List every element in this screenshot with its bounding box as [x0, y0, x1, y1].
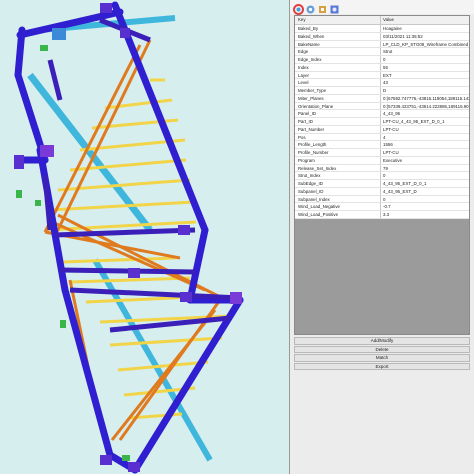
- property-value[interactable]: 79: [381, 165, 469, 172]
- table-row[interactable]: Wind_Load_Negative -0.7: [295, 203, 469, 211]
- property-value[interactable]: LPT-CU: [381, 126, 469, 133]
- grid-rows: Baked_By Hoagaine Baked_When 03/11/2021 11:…: [295, 25, 469, 219]
- property-key: Panel_ID: [295, 110, 381, 117]
- property-key: Subpanel_ID: [295, 187, 381, 195]
- property-value[interactable]: 0:(67592.747776,-43815.119054,189115.143…: [381, 95, 469, 102]
- column-header-key[interactable]: Key: [295, 16, 381, 24]
- panel-toolbar: [290, 0, 474, 15]
- property-value[interactable]: 1556: [381, 141, 469, 148]
- property-key: Release_Set_Index: [295, 164, 381, 172]
- property-key: Profile_Number: [295, 149, 381, 156]
- property-value[interactable]: -0.7: [381, 203, 469, 210]
- table-row[interactable]: Baked_By Hoagaine: [295, 25, 469, 33]
- property-key: Orientation_Plane: [295, 102, 381, 110]
- property-grid[interactable]: Key Value Baked_By Hoagaine Baked_When 03/1…: [294, 15, 470, 335]
- property-key: Program: [295, 156, 381, 164]
- property-value[interactable]: Strut: [381, 48, 469, 55]
- 3d-model-viewport[interactable]: [0, 0, 289, 474]
- property-value[interactable]: 0: [381, 56, 469, 63]
- action-buttons: Add/Modify Delete Match Export: [294, 337, 470, 371]
- property-value[interactable]: 4: [381, 134, 469, 141]
- table-row[interactable]: BakeName LP_CLD_KP_STG09_Wireframe Combin…: [295, 40, 469, 49]
- property-value[interactable]: D: [381, 87, 469, 94]
- property-value[interactable]: 3.3: [381, 211, 469, 218]
- property-value[interactable]: EXT: [381, 72, 469, 79]
- color-wheel-icon[interactable]: [293, 2, 304, 15]
- table-row[interactable]: Pos 4: [295, 133, 469, 142]
- property-value[interactable]: 4_43_95: [381, 110, 469, 117]
- table-row[interactable]: Part_Number LPT-CU: [295, 125, 469, 134]
- table-row[interactable]: Strut_Index 0: [295, 172, 469, 180]
- property-key: Level: [295, 79, 381, 86]
- connection-nodes: [14, 3, 242, 472]
- table-row[interactable]: Edge Strut: [295, 48, 469, 56]
- property-value[interactable]: 0: [381, 172, 469, 179]
- table-row[interactable]: Wind_Load_Positive 3.3: [295, 211, 469, 219]
- delete-button[interactable]: Delete: [294, 345, 470, 353]
- property-key: Index: [295, 63, 381, 71]
- property-key: Subpanel_Index: [295, 195, 381, 203]
- property-key: Pos: [295, 133, 381, 141]
- property-value[interactable]: 43: [381, 79, 469, 86]
- table-row[interactable]: Profile_Length 1556: [295, 141, 469, 149]
- table-row[interactable]: Baked_When 03/11/2021 11:35:52: [295, 32, 469, 41]
- wrench-icon[interactable]: [317, 2, 328, 13]
- property-key: Edge: [295, 48, 381, 55]
- add-modify-button[interactable]: Add/Modify: [294, 337, 470, 345]
- table-row[interactable]: Release_Set_Index 79: [295, 164, 469, 173]
- property-value[interactable]: 0: [381, 196, 469, 203]
- property-key: Edge_Index: [295, 56, 381, 63]
- property-value[interactable]: 55: [381, 64, 469, 71]
- truss-model[interactable]: [0, 0, 289, 474]
- property-key: Baked_By: [295, 25, 381, 32]
- property-key: Part_Number: [295, 125, 381, 133]
- property-value[interactable]: 4_43_95_EXT_D: [381, 188, 469, 195]
- table-row[interactable]: SubEdge_ID 4_43_95_EXT_D_0_1: [295, 180, 469, 188]
- property-value[interactable]: LPT-CU: [381, 149, 469, 156]
- table-row[interactable]: Program Executive: [295, 156, 469, 165]
- table-row[interactable]: Subpanel_ID 4_43_95_EXT_D: [295, 187, 469, 196]
- property-value[interactable]: Hoagaine: [381, 25, 469, 32]
- property-key: Miter_Planes: [295, 94, 381, 102]
- table-row[interactable]: Index 55: [295, 63, 469, 72]
- table-row[interactable]: Layer EXT: [295, 71, 469, 80]
- property-key: Wind_Load_Negative: [295, 203, 381, 210]
- table-row[interactable]: Part_ID LPT-CU_4_43_95_EXT_D_0_1: [295, 118, 469, 126]
- export-button[interactable]: Export: [294, 362, 470, 370]
- table-row[interactable]: Orientation_Plane 0:(57339.423751,-43614.…: [295, 102, 469, 111]
- match-button[interactable]: Match: [294, 354, 470, 362]
- properties-panel: Key Value Baked_By Hoagaine Baked_When 03/1…: [289, 0, 474, 474]
- property-value[interactable]: LPT-CU_4_43_95_EXT_D_0_1: [381, 118, 469, 125]
- property-key: BakeName: [295, 40, 381, 48]
- property-value[interactable]: LP_CLD_KP_STG09_Wireframe Combined Po...: [381, 41, 469, 48]
- property-key: Member_Type: [295, 87, 381, 94]
- table-row[interactable]: Level 43: [295, 79, 469, 87]
- property-value[interactable]: 4_43_95_EXT_D_0_1: [381, 180, 469, 187]
- table-row[interactable]: Edge_Index 0: [295, 56, 469, 64]
- column-header-value[interactable]: Value: [381, 16, 469, 24]
- gear-icon[interactable]: [305, 2, 316, 13]
- property-key: Part_ID: [295, 118, 381, 125]
- table-row[interactable]: Profile_Number LPT-CU: [295, 149, 469, 157]
- filter-icon[interactable]: [329, 2, 340, 13]
- table-row[interactable]: Member_Type D: [295, 87, 469, 95]
- table-row[interactable]: Miter_Planes 0:(67592.747776,-43815.11905…: [295, 94, 469, 103]
- property-value[interactable]: Executive: [381, 157, 469, 164]
- table-row[interactable]: Subpanel_Index 0: [295, 195, 469, 204]
- table-row[interactable]: Panel_ID 4_43_95: [295, 110, 469, 118]
- property-key: Wind_Load_Positive: [295, 211, 381, 218]
- property-key: SubEdge_ID: [295, 180, 381, 187]
- grid-header: Key Value: [295, 16, 469, 25]
- property-key: Baked_When: [295, 32, 381, 40]
- property-value[interactable]: 03/11/2021 11:35:52: [381, 33, 469, 40]
- property-key: Layer: [295, 71, 381, 79]
- property-value[interactable]: 0:(57339.423751,-43614.222886,189115.907…: [381, 103, 469, 110]
- property-key: Profile_Length: [295, 141, 381, 148]
- property-key: Strut_Index: [295, 172, 381, 179]
